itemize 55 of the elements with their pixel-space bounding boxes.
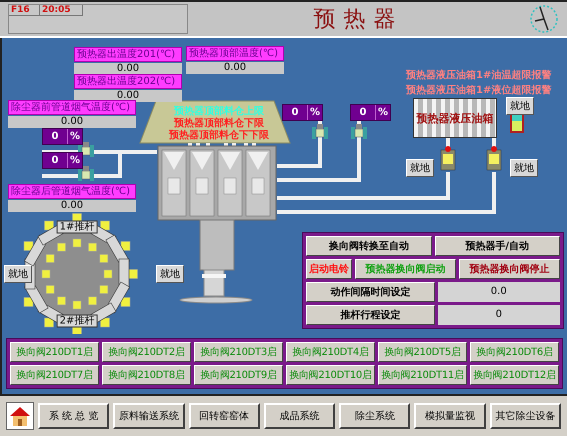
temperature-value: 0.00 <box>8 116 136 128</box>
temperature-label: 预热器出温度202(℃) <box>74 74 182 89</box>
local-button[interactable]: 就地 <box>4 265 32 283</box>
nav-button[interactable]: 模拟量监视 <box>414 403 486 429</box>
temperature-label: 预热器顶部温度(℃) <box>186 46 284 61</box>
nav-button[interactable]: 其它除尘设备 <box>490 403 561 429</box>
pump-icon <box>486 146 502 170</box>
page-title: 预热器 <box>312 6 404 34</box>
silo-level-text: 预热器顶部料仓下限 <box>174 116 264 130</box>
local-button[interactable]: 就地 <box>510 159 538 177</box>
nav-button[interactable]: 回转窑窑体 <box>188 403 260 429</box>
valve-icon <box>312 124 328 139</box>
temperature-value: 0.00 <box>74 90 182 102</box>
oil-tank: 预热器液压油箱 <box>413 98 497 138</box>
temperature-label: 除尘器前管道烟气温度(℃) <box>8 100 136 115</box>
action-button[interactable]: 预热器换向阀停止 <box>459 259 560 279</box>
silo-level-text: 预热器顶部料仓上限 <box>174 104 264 118</box>
nav-button[interactable]: 原料输送系统 <box>113 403 185 429</box>
status-cell: F16 <box>9 5 40 16</box>
nav-button[interactable]: 除尘系统 <box>339 403 410 429</box>
damper-opening-field: 0 % <box>350 104 391 121</box>
pipe <box>446 136 450 148</box>
alarm-text: 预热器液压油箱1#液位超限报警 <box>406 83 552 97</box>
house-icon <box>9 405 31 427</box>
clock-icon <box>529 4 559 34</box>
home-button[interactable] <box>6 402 34 430</box>
valve-icon <box>78 166 94 181</box>
setting-button[interactable]: 动作间隔时间设定 <box>306 282 434 302</box>
local-button[interactable]: 就地 <box>406 159 434 177</box>
pusher-label: 2#推杆 <box>56 314 98 328</box>
temperature-value: 0.00 <box>8 200 136 212</box>
nav-button[interactable]: 成品系统 <box>264 403 336 429</box>
mode-button[interactable]: 换向阀转换至自动 <box>306 236 432 256</box>
damper-opening-field: 0 % <box>42 128 83 145</box>
valve-icon <box>351 124 367 139</box>
temperature-label: 预热器出温度201(℃) <box>74 47 182 62</box>
status-cell: 20:05 <box>40 5 83 16</box>
local-button[interactable]: 就地 <box>506 97 534 115</box>
mode-button[interactable]: 预热器手/自动 <box>434 236 560 256</box>
setting-value-field[interactable]: 0 <box>438 305 560 325</box>
indicator-light-icon <box>510 113 524 133</box>
damper-opening-field: 0 % <box>282 104 323 121</box>
pusher-label: 1#推杆 <box>56 220 98 234</box>
nav-button[interactable]: 系 统 总 览 <box>38 403 110 429</box>
setting-button[interactable]: 推杆行程设定 <box>306 305 434 325</box>
silo-level-text: 预热器顶部料仓下下限 <box>169 128 269 142</box>
temperature-value: 0.00 <box>74 63 182 75</box>
local-button[interactable]: 就地 <box>156 265 184 283</box>
alarm-text: 预热器液压油箱1#油温超限报警 <box>406 68 552 82</box>
damper-opening-field: 0 % <box>42 152 83 169</box>
pump-icon <box>440 146 456 170</box>
temperature-label: 除尘器后管道烟气温度(℃) <box>8 184 136 199</box>
setting-value-field[interactable]: 0.0 <box>438 282 560 302</box>
temperature-value: 0.00 <box>186 62 284 74</box>
pipe <box>492 136 496 148</box>
